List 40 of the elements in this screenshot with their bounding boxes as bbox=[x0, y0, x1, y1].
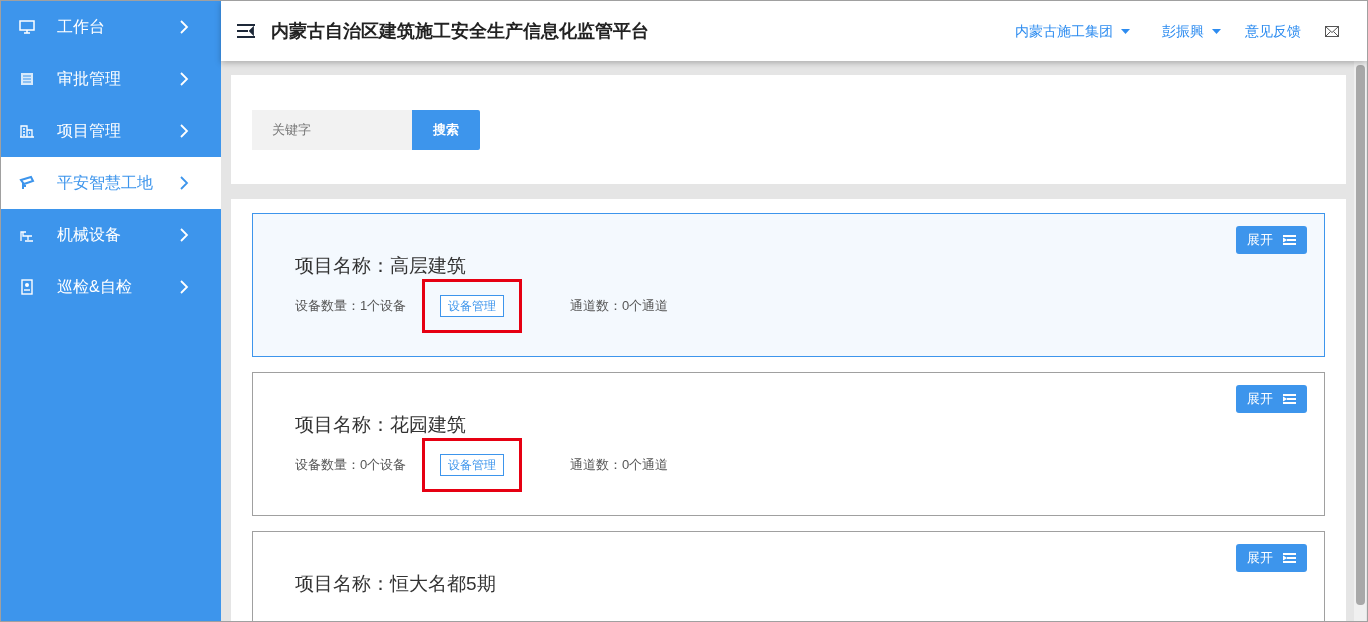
badge-icon bbox=[19, 279, 35, 295]
feedback-link[interactable]: 意见反馈 bbox=[1245, 20, 1301, 42]
list-icon bbox=[1283, 394, 1296, 404]
caret-icon bbox=[1121, 28, 1130, 34]
list-icon bbox=[19, 71, 35, 87]
expand-button[interactable]: 展开 bbox=[1236, 544, 1307, 572]
project-card[interactable]: 展开 项目名称：恒大名都5期 bbox=[252, 531, 1325, 621]
expand-button[interactable]: 展开 bbox=[1236, 226, 1307, 254]
building-icon bbox=[19, 123, 35, 139]
caret-icon bbox=[1212, 28, 1221, 34]
chevron-icon bbox=[180, 20, 189, 34]
project-card[interactable]: 展开 项目名称：花园建筑 设备数量：0个设备 设备管理 通道数：0个通道 bbox=[252, 372, 1325, 516]
project-card[interactable]: 展开 项目名称：高层建筑 设备数量：1个设备 设备管理 通道数：0个通道 bbox=[252, 213, 1325, 357]
user-dropdown[interactable]: 彭振興 bbox=[1162, 20, 1221, 42]
keyword-field[interactable]: 关键字 bbox=[252, 109, 412, 150]
project-name: 项目名称：恒大名都5期 bbox=[295, 572, 497, 596]
device-count: 设备数量：0个设备 bbox=[295, 455, 408, 474]
menu-icon[interactable] bbox=[237, 24, 255, 38]
mail-icon[interactable] bbox=[1325, 25, 1339, 37]
project-name: 项目名称：高层建筑 bbox=[295, 254, 467, 278]
device-management-button[interactable]: 设备管理 bbox=[440, 294, 504, 317]
chevron-icon bbox=[180, 72, 189, 86]
expand-button[interactable]: 展开 bbox=[1236, 385, 1307, 413]
camera-icon bbox=[19, 175, 35, 191]
device-management-button[interactable]: 设备管理 bbox=[440, 453, 504, 476]
app-title: 内蒙古自治区建筑施工安全生产信息化监管平台 bbox=[271, 19, 649, 43]
device-count: 设备数量：1个设备 bbox=[295, 296, 408, 315]
sidebar-item[interactable]: 平安智慧工地 bbox=[1, 157, 221, 209]
list-icon bbox=[1283, 235, 1296, 245]
list-icon bbox=[1283, 553, 1296, 563]
channel-count: 通道数：0个通道 bbox=[570, 455, 669, 474]
search-button[interactable]: 搜索 bbox=[412, 109, 480, 150]
monitor-icon bbox=[19, 19, 35, 35]
chevron-icon bbox=[180, 124, 189, 138]
chevron-icon bbox=[180, 280, 189, 294]
chevron-icon bbox=[180, 228, 189, 242]
channel-count: 通道数：0个通道 bbox=[570, 296, 669, 315]
chevron-icon bbox=[180, 176, 189, 190]
project-name: 项目名称：花园建筑 bbox=[295, 413, 467, 437]
company-dropdown[interactable]: 内蒙古施工集团 bbox=[1015, 20, 1130, 42]
